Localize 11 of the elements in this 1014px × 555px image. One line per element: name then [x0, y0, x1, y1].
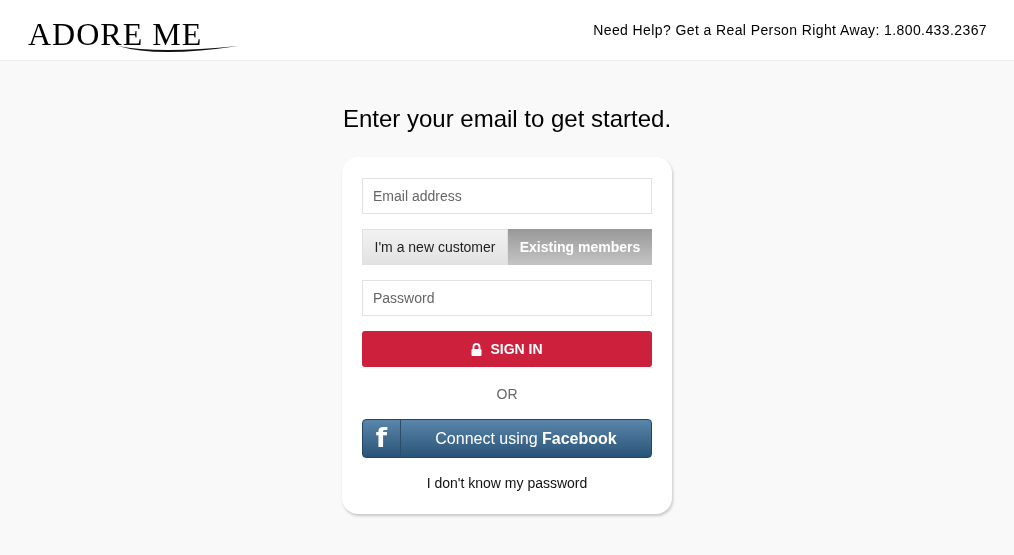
help-text: Need Help? Get a Real Person Right Away: 1.800.433.2367: [593, 20, 987, 40]
email-field[interactable]: Email address: [362, 178, 652, 214]
or-divider-text: OR: [496, 385, 518, 404]
facebook-button[interactable]: f Connect using Facebook: [362, 419, 652, 458]
sign-in-button[interactable]: SIGN IN: [362, 331, 652, 367]
page-heading: Enter your email to get started.: [342, 104, 672, 134]
customer-toggle[interactable]: I'm a new customer: [362, 229, 508, 265]
lock-icon: [471, 342, 483, 356]
forgot-password-link[interactable]: I don't know my password: [426, 473, 588, 494]
logo[interactable]: ADORE ME: [28, 18, 203, 50]
password-field[interactable]: Password: [362, 280, 652, 316]
